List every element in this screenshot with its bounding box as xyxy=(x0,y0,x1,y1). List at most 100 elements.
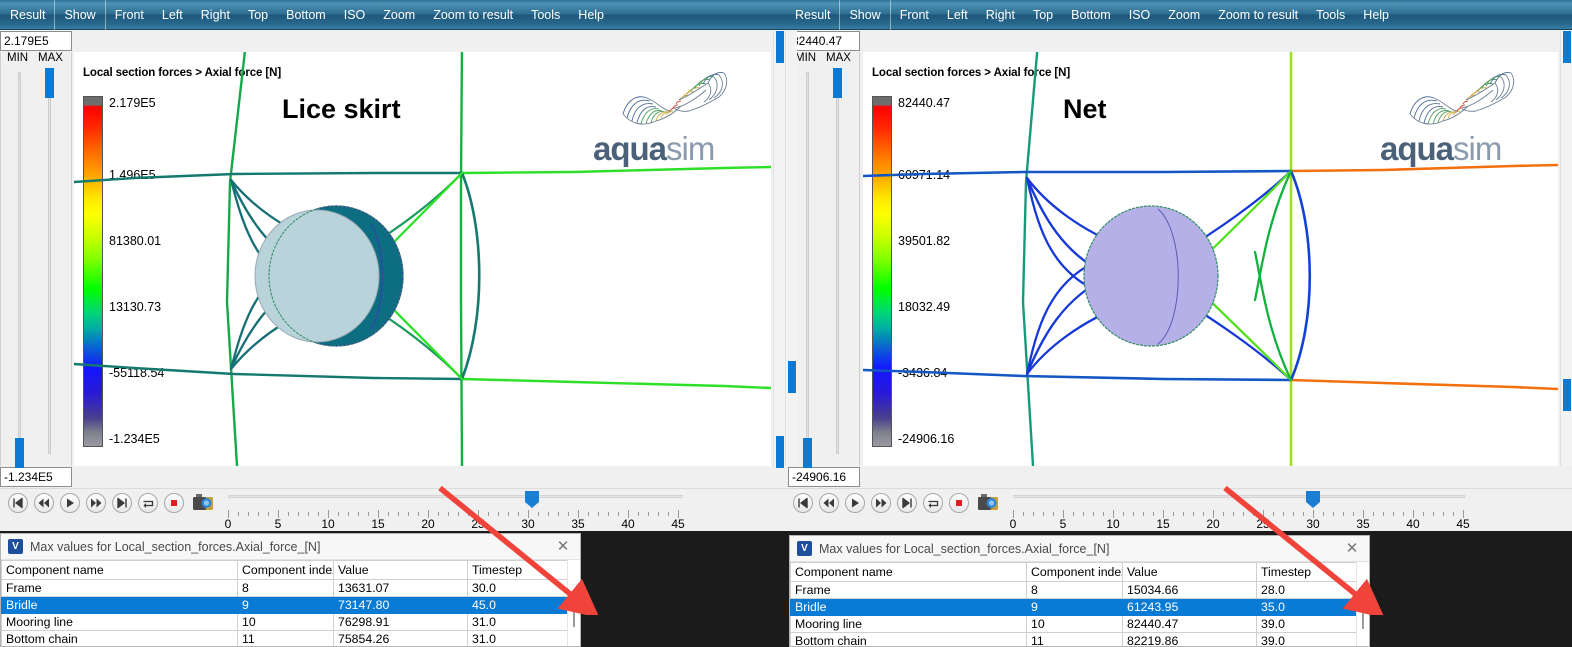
menu-item-result[interactable]: Result xyxy=(0,0,54,30)
timeline-handle-2[interactable] xyxy=(1306,491,1320,508)
skip-to-end-button-2[interactable] xyxy=(897,493,917,513)
max-slider-thumb[interactable] xyxy=(45,68,54,98)
menu-item-zoom-to-result-2[interactable]: Zoom to result xyxy=(1209,0,1307,30)
table-row[interactable]: Mooring line 10 76298.91 31.0 xyxy=(1,613,567,631)
timeline-track[interactable] xyxy=(228,495,683,498)
max-value-field-left[interactable]: 2.179E5 xyxy=(0,31,72,51)
col-timestep[interactable]: Timestep xyxy=(467,560,567,580)
cell-component-index: 8 xyxy=(237,579,334,597)
loop-button-2[interactable] xyxy=(923,493,943,513)
record-button-2[interactable] xyxy=(949,493,969,513)
rewind-button[interactable] xyxy=(34,493,54,513)
viewport-scrollbar-left[interactable] xyxy=(773,31,785,468)
timeline-right[interactable]: 0 5 10 15 20 25 30 35 40 45 xyxy=(1010,491,1470,531)
menu-item-left-2[interactable]: Left xyxy=(938,0,977,30)
cell-timestep: 45.0 xyxy=(467,596,567,614)
menu-item-tools[interactable]: Tools xyxy=(522,0,569,30)
max-slider-track-2[interactable] xyxy=(836,72,839,454)
window-title-right: Max values for Local_section_forces.Axia… xyxy=(819,541,1110,556)
close-icon-2[interactable]: ✕ xyxy=(1343,540,1361,558)
menu-item-help[interactable]: Help xyxy=(569,0,613,30)
table-scrollbar-thumb[interactable] xyxy=(573,605,575,627)
menu-item-iso[interactable]: ISO xyxy=(335,0,375,30)
menu-item-right-2[interactable]: Right xyxy=(977,0,1024,30)
timeline-tick-label-7: 35 xyxy=(571,517,585,531)
min-slider-track-2[interactable] xyxy=(806,72,809,454)
col-value[interactable]: Value xyxy=(333,560,468,580)
menu-item-bottom-2[interactable]: Bottom xyxy=(1062,0,1120,30)
window-titlebar-right[interactable]: V Max values for Local_section_forces.Ax… xyxy=(790,536,1369,562)
menu-item-bottom[interactable]: Bottom xyxy=(277,0,335,30)
panel-divider-scrollbar[interactable] xyxy=(785,31,797,466)
table-viewport-left[interactable]: Component name Component index Value Tim… xyxy=(1,560,567,646)
loop-button[interactable] xyxy=(138,493,158,513)
rewind-button-2[interactable] xyxy=(819,493,839,513)
menu-item-front-2[interactable]: Front xyxy=(891,0,938,30)
skip-to-start-button-2[interactable] xyxy=(793,493,813,513)
col-component-name-2[interactable]: Component name xyxy=(790,562,1027,582)
camera-icon-2[interactable] xyxy=(977,492,999,512)
table-viewport-right[interactable]: Component name Component index Value Tim… xyxy=(790,562,1356,646)
timeline-handle[interactable] xyxy=(525,491,539,508)
table-row-selected-2[interactable]: Bridle 9 61243.95 35.0 xyxy=(790,598,1356,616)
menu-item-zoom[interactable]: Zoom xyxy=(374,0,424,30)
menu-item-show-2[interactable]: Show xyxy=(840,0,889,30)
play-button[interactable] xyxy=(60,493,80,513)
table-row[interactable]: Mooring line 10 82440.47 39.0 xyxy=(790,615,1356,633)
menu-item-help-2[interactable]: Help xyxy=(1354,0,1398,30)
scrollbar-thumb[interactable] xyxy=(776,31,784,63)
transport-bar-left: 0 5 10 15 20 25 30 35 40 45 xyxy=(0,488,785,531)
window-titlebar-left[interactable]: V Max values for Local_section_forces.Ax… xyxy=(1,534,580,560)
menu-item-tools-2[interactable]: Tools xyxy=(1307,0,1354,30)
fast-forward-button[interactable] xyxy=(86,493,106,513)
menu-item-zoom-to-result[interactable]: Zoom to result xyxy=(424,0,522,30)
play-button-2[interactable] xyxy=(845,493,865,513)
menu-item-left[interactable]: Left xyxy=(153,0,192,30)
menu-item-right[interactable]: Right xyxy=(192,0,239,30)
table-row[interactable]: Bottom chain 11 75854.26 31.0 xyxy=(1,630,567,646)
camera-icon[interactable] xyxy=(192,492,214,512)
viewport-right[interactable]: Local section forces > Axial force [N] N… xyxy=(863,52,1558,466)
table-row[interactable]: Frame 8 13631.07 30.0 xyxy=(1,579,567,597)
menu-item-top-2[interactable]: Top xyxy=(1024,0,1062,30)
close-icon[interactable]: ✕ xyxy=(554,538,572,556)
min-slider-thumb[interactable] xyxy=(15,438,24,468)
table-row[interactable]: Frame 8 15034.66 28.0 xyxy=(790,581,1356,599)
col-component-name[interactable]: Component name xyxy=(1,560,238,580)
table-scrollbar-left[interactable] xyxy=(567,560,580,646)
scrollbar-thumb-divider[interactable] xyxy=(788,361,796,393)
menu-item-result-2[interactable]: Result xyxy=(785,0,839,30)
table-scrollbar-right[interactable] xyxy=(1356,562,1369,646)
menu-item-front[interactable]: Front xyxy=(106,0,153,30)
scrollbar-thumb-2[interactable] xyxy=(1563,31,1571,63)
table-row-selected[interactable]: Bridle 9 73147.80 45.0 xyxy=(1,596,567,614)
timeline-track-2[interactable] xyxy=(1013,495,1465,498)
min-slider-thumb-2[interactable] xyxy=(803,438,812,468)
col-value-2[interactable]: Value xyxy=(1122,562,1257,582)
skip-to-start-button[interactable] xyxy=(8,493,28,513)
table-row[interactable]: Bottom chain 11 82219.86 39.0 xyxy=(790,632,1356,646)
timeline-left[interactable]: 0 5 10 15 20 25 30 35 40 45 xyxy=(225,491,685,531)
min-value-field-right[interactable]: -24906.16 xyxy=(788,467,860,487)
menu-item-iso-2[interactable]: ISO xyxy=(1120,0,1160,30)
record-button[interactable] xyxy=(164,493,184,513)
col-component-index-2[interactable]: Component index xyxy=(1026,562,1123,582)
skip-to-end-button[interactable] xyxy=(112,493,132,513)
table-scrollbar-thumb-2[interactable] xyxy=(1362,607,1364,629)
max-value-field-right[interactable]: 82440.47 xyxy=(788,31,860,51)
menu-item-zoom-2[interactable]: Zoom xyxy=(1159,0,1209,30)
col-timestep-2[interactable]: Timestep xyxy=(1256,562,1356,582)
max-slider-thumb-2[interactable] xyxy=(833,68,842,98)
col-component-index[interactable]: Component index xyxy=(237,560,334,580)
menu-item-top[interactable]: Top xyxy=(239,0,277,30)
viewport-left[interactable]: Local section forces > Axial force [N] L… xyxy=(74,52,771,466)
min-label: MIN xyxy=(7,52,29,64)
min-value-field-left[interactable]: -1.234E5 xyxy=(0,467,72,487)
scrollbar-thumb-lower-2[interactable] xyxy=(1563,379,1571,411)
fast-forward-button-2[interactable] xyxy=(871,493,891,513)
min-slider-track[interactable] xyxy=(18,72,21,454)
viewport-scrollbar-right[interactable] xyxy=(1560,31,1572,466)
max-slider-track[interactable] xyxy=(48,72,51,454)
scrollbar-thumb-lower[interactable] xyxy=(776,436,784,468)
menu-item-show[interactable]: Show xyxy=(55,0,104,30)
